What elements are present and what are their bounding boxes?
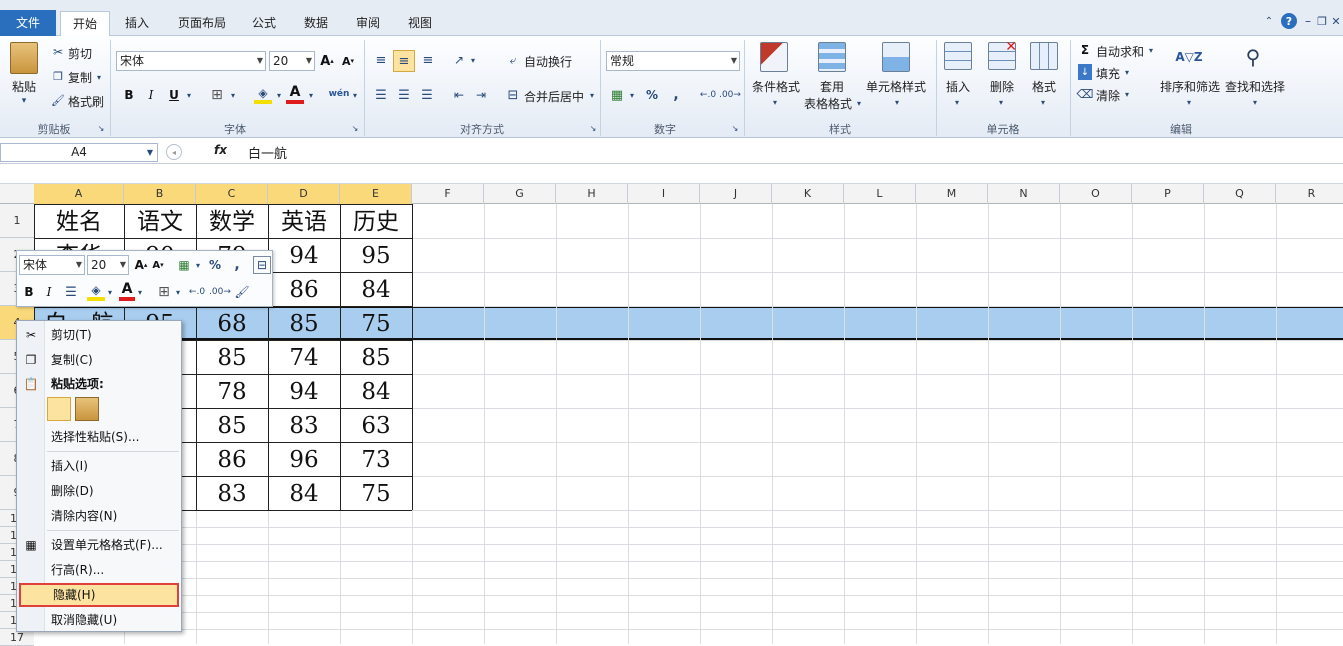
menu-item-label: 清除内容(N) xyxy=(51,509,118,523)
cell-e6[interactable]: 84 xyxy=(340,376,412,408)
mini-fill-dropdown-icon[interactable]: ▾ xyxy=(106,283,114,301)
mini-font-color-dropdown-icon[interactable]: ▾ xyxy=(136,283,144,301)
cell-d3[interactable]: 86 xyxy=(268,274,340,306)
mini-comma-button[interactable]: , xyxy=(231,256,243,274)
cell-e1[interactable]: 历史 xyxy=(340,206,412,238)
cell-d9[interactable]: 84 xyxy=(268,478,340,510)
paste-option-values-icon[interactable] xyxy=(75,397,99,421)
gridline-horizontal xyxy=(34,595,1343,596)
cell-e8[interactable]: 73 xyxy=(340,444,412,476)
mini-currency-icon[interactable]: ▦ xyxy=(175,256,193,274)
cell-d6[interactable]: 94 xyxy=(268,376,340,408)
menu-item-label: 设置单元格格式(F)... xyxy=(51,538,163,552)
cell-e9[interactable]: 75 xyxy=(340,478,412,510)
cell-c9[interactable]: 83 xyxy=(196,478,268,510)
mini-font-color-icon[interactable]: A xyxy=(119,281,135,301)
table-border-horizontal xyxy=(34,238,412,239)
mini-percent-button[interactable]: % xyxy=(207,256,223,274)
paste-icon: 📋 xyxy=(23,377,39,391)
menu-item-paste-options: 📋 粘贴选项: xyxy=(17,372,181,396)
paste-option-default-icon[interactable] xyxy=(47,397,71,421)
menu-item-clear-contents[interactable]: 清除内容(N) xyxy=(17,504,181,528)
mini-bold-button[interactable]: B xyxy=(21,283,37,301)
gridline-horizontal xyxy=(34,629,1343,630)
mini-center-icon[interactable]: ☰ xyxy=(63,283,79,301)
cell-e5[interactable]: 85 xyxy=(340,342,412,374)
cells-layer: 1234567891011121314151617姓名语文数学英语历史李华907… xyxy=(0,0,1343,646)
menu-divider xyxy=(47,530,179,531)
menu-item-label: 取消隐藏(U) xyxy=(51,613,118,627)
copy-icon: ❐ xyxy=(25,353,37,367)
cell-d7[interactable]: 83 xyxy=(268,410,340,442)
gridline-horizontal xyxy=(34,578,1343,579)
cell-d2[interactable]: 94 xyxy=(268,240,340,272)
mini-shrink-font-icon[interactable]: A ▾ xyxy=(151,256,165,274)
table-border-vertical xyxy=(412,204,413,510)
mini-borders-icon[interactable]: ⊞ xyxy=(155,283,173,301)
context-menu: ✂ 剪切(T) ❐ 复制(C) 📋 粘贴选项: 选择性粘贴(S)... 插入(I) 删… xyxy=(16,320,182,632)
mini-size-value: 20 xyxy=(91,258,107,272)
cell-c6[interactable]: 78 xyxy=(196,376,268,408)
menu-divider xyxy=(47,451,179,452)
menu-item-row-height[interactable]: 行高(R)... xyxy=(17,558,181,582)
gridline-horizontal xyxy=(34,612,1343,613)
table-border-horizontal xyxy=(34,204,412,205)
menu-item-label: 复制(C) xyxy=(51,353,93,367)
chevron-down-icon: ▼ xyxy=(119,260,126,269)
row-header-1[interactable]: 1 xyxy=(0,204,34,238)
cell-d4[interactable]: 85 xyxy=(268,308,340,340)
gridline-horizontal xyxy=(34,527,1343,528)
menu-item-label: 删除(D) xyxy=(51,484,94,498)
mini-format-painter-icon[interactable]: 🖌 xyxy=(233,283,251,301)
cell-c7[interactable]: 85 xyxy=(196,410,268,442)
menu-item-label: 剪切(T) xyxy=(51,328,92,342)
format-cells-icon: ▦ xyxy=(25,538,37,552)
cell-c1[interactable]: 数学 xyxy=(196,206,268,238)
mini-size-combo[interactable]: 20 ▼ xyxy=(87,255,129,275)
mini-font-value: 宋体 xyxy=(23,258,48,272)
menu-item-delete[interactable]: 删除(D) xyxy=(17,479,181,503)
gridline-horizontal xyxy=(34,561,1343,562)
menu-item-copy[interactable]: ❐ 复制(C) xyxy=(17,348,181,372)
cell-e7[interactable]: 63 xyxy=(340,410,412,442)
menu-item-cut[interactable]: ✂ 剪切(T) xyxy=(17,323,181,347)
cell-c4[interactable]: 68 xyxy=(196,308,268,340)
cell-d1[interactable]: 英语 xyxy=(268,206,340,238)
mini-borders-dropdown-icon[interactable]: ▾ xyxy=(174,283,182,301)
cell-c5[interactable]: 85 xyxy=(196,342,268,374)
menu-item-label: 选择性粘贴(S)... xyxy=(51,430,140,444)
mini-italic-button[interactable]: I xyxy=(41,283,57,301)
cell-e4[interactable]: 75 xyxy=(340,308,412,340)
chevron-down-icon: ▼ xyxy=(75,260,82,269)
menu-item-insert[interactable]: 插入(I) xyxy=(17,454,181,478)
cell-e2[interactable]: 95 xyxy=(340,240,412,272)
menu-item-unhide[interactable]: 取消隐藏(U) xyxy=(17,608,181,632)
cell-b1[interactable]: 语文 xyxy=(124,206,196,238)
mini-decrease-decimal-icon[interactable]: .00→ xyxy=(209,283,231,301)
mini-increase-decimal-icon[interactable]: ←.0 xyxy=(187,283,207,301)
menu-item-label: 行高(R)... xyxy=(51,563,105,577)
mini-fill-color-icon[interactable]: ◈ xyxy=(87,283,105,301)
cell-a1[interactable]: 姓名 xyxy=(34,206,124,238)
cell-d8[interactable]: 96 xyxy=(268,444,340,476)
menu-item-hide[interactable]: 隐藏(H) xyxy=(19,583,179,607)
menu-item-paste-special[interactable]: 选择性粘贴(S)... xyxy=(17,425,181,449)
mini-currency-dropdown-icon[interactable]: ▾ xyxy=(194,256,202,274)
gridline-horizontal xyxy=(34,544,1343,545)
menu-item-label: 粘贴选项: xyxy=(51,377,104,391)
cell-d5[interactable]: 74 xyxy=(268,342,340,374)
mini-font-combo[interactable]: 宋体 ▼ xyxy=(19,255,85,275)
mini-grow-font-icon[interactable]: A ▴ xyxy=(133,256,149,274)
cell-c8[interactable]: 86 xyxy=(196,444,268,476)
cell-e3[interactable]: 84 xyxy=(340,274,412,306)
menu-item-format-cells[interactable]: ▦ 设置单元格格式(F)... xyxy=(17,533,181,557)
cut-icon: ✂ xyxy=(25,328,37,342)
mini-toolbar: 宋体 ▼ 20 ▼ A ▴ A ▾ ▦ ▾ % , ⊟ B I ☰ ◈ ▾ A ▾ ⊞ … xyxy=(16,250,273,307)
mini-merge-icon[interactable]: ⊟ xyxy=(253,256,271,274)
menu-item-label: 隐藏(H) xyxy=(53,588,96,602)
menu-item-label: 插入(I) xyxy=(51,459,88,473)
